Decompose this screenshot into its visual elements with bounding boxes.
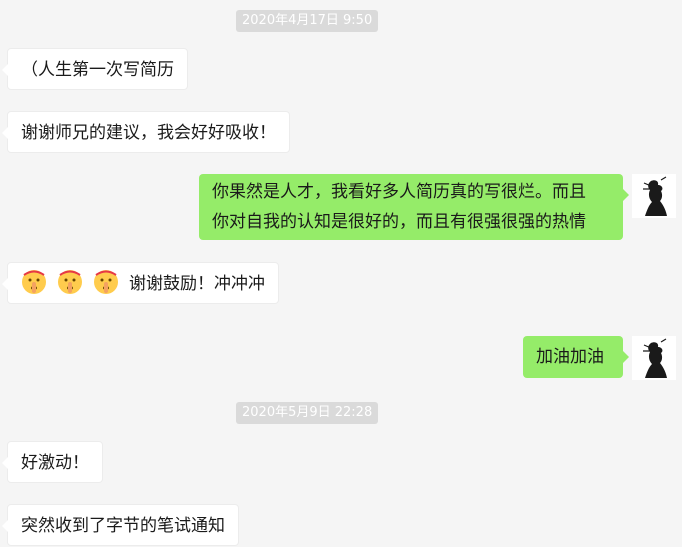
- timestamp-label: 2020年4月17日 9:50: [236, 10, 379, 32]
- avatar[interactable]: [632, 174, 676, 218]
- avatar[interactable]: [632, 336, 676, 380]
- shushing-face-icon: [94, 270, 118, 294]
- timestamp-label: 2020年5月9日 22:28: [236, 402, 379, 424]
- shushing-face-icon: [22, 270, 46, 294]
- message-bubble[interactable]: 谢谢师兄的建议，我会好好吸收！: [2, 111, 290, 153]
- shushing-face-icon: [58, 270, 82, 294]
- avatar-silhouette-icon: [632, 336, 676, 380]
- chat-window[interactable]: 2020年4月17日 9:50 （人生第一次写简历 谢谢师兄的建议，我会好好吸收…: [0, 0, 682, 547]
- message-text: 加油加油: [536, 347, 604, 367]
- message-text-line: 你果然是人才，我看好多人简历真的写很烂。而且: [212, 182, 586, 202]
- message-text: 突然收到了字节的笔试通知: [21, 516, 225, 536]
- message-bubble[interactable]: 突然收到了字节的笔试通知: [2, 504, 239, 546]
- message-bubble[interactable]: （人生第一次写简历: [2, 48, 188, 90]
- message-bubble[interactable]: 谢谢鼓励！冲冲冲: [2, 262, 279, 304]
- message-text-line: 你对自我的认知是很好的，而且有很强很强的热情: [212, 212, 586, 232]
- message-text: 谢谢鼓励！冲冲冲: [129, 274, 265, 294]
- avatar-silhouette-icon: [632, 174, 676, 218]
- message-bubble[interactable]: 你果然是人才，我看好多人简历真的写很烂。而且 你对自我的认知是很好的，而且有很强…: [199, 174, 629, 240]
- message-bubble[interactable]: 加油加油: [523, 336, 629, 378]
- message-bubble[interactable]: 好激动！: [2, 441, 103, 483]
- message-text: 好激动！: [21, 453, 89, 473]
- message-text: 谢谢师兄的建议，我会好好吸收！: [21, 123, 276, 143]
- message-text: （人生第一次写简历: [21, 60, 174, 80]
